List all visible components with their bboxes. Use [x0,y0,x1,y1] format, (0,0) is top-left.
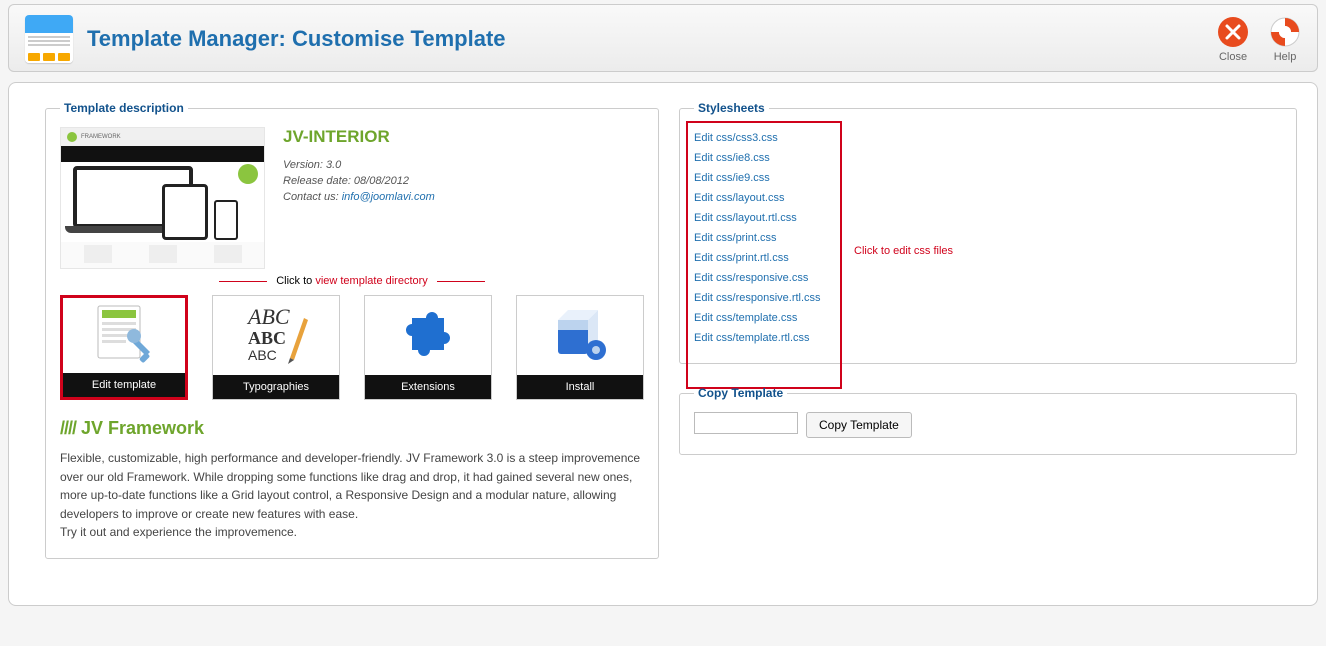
close-button[interactable]: Close [1217,16,1249,63]
template-name: JV-INTERIOR [283,127,435,147]
template-thumbnail[interactable]: FRAMEWORK [60,127,265,269]
install-label: Install [517,375,643,399]
css-link[interactable]: Edit css/ie8.css [694,152,770,164]
stylesheets-fieldset: Stylesheets Click to edit css files Edit… [679,101,1297,364]
stylesheet-list: Edit css/css3.css Edit css/ie8.css Edit … [694,127,1282,347]
copy-template-input[interactable] [694,412,798,434]
css-link[interactable]: Edit css/ie9.css [694,172,770,184]
left-column: Template description FRAMEWORK JV-INTERI… [45,101,649,581]
lifebuoy-icon [1269,16,1301,51]
toolbar: Template Manager: Customise Template Clo… [8,4,1318,72]
css-link[interactable]: Edit css/layout.css [694,192,784,204]
help-label: Help [1274,51,1297,63]
close-label: Close [1219,51,1247,63]
typographies-card[interactable]: ABCABCABC Typographies [212,295,340,400]
css-link[interactable]: Edit css/print.css [694,232,777,244]
typographies-label: Typographies [213,375,339,399]
svg-text:ABC: ABC [248,347,277,363]
edit-template-icon [88,298,160,373]
template-description-fieldset: Template description FRAMEWORK JV-INTERI… [45,101,659,559]
template-manager-icon [25,15,73,63]
css-link[interactable]: Edit css/responsive.rtl.css [694,292,821,304]
copy-template-fieldset: Copy Template Copy Template [679,386,1297,455]
css-link[interactable]: Edit css/template.css [694,312,797,324]
template-contact: Contact us: info@joomlavi.com [283,191,435,203]
css-link[interactable]: Edit css/css3.css [694,132,778,144]
framework-body-1: Flexible, customizable, high performance… [60,449,644,523]
close-icon [1217,16,1249,51]
svg-text:ABC: ABC [248,328,286,348]
contact-email-link[interactable]: info@joomlavi.com [342,191,435,203]
puzzle-icon [392,298,464,373]
install-box-icon [544,298,616,373]
template-release-date: Release date: 08/08/2012 [283,175,435,187]
typographies-icon: ABCABCABC [240,298,312,373]
framework-heading: //// JV Framework [60,418,644,439]
css-link[interactable]: Edit css/template.rtl.css [694,332,810,344]
right-column: Stylesheets Click to edit css files Edit… [679,101,1297,581]
extensions-card[interactable]: Extensions [364,295,492,400]
svg-text:ABC: ABC [246,304,290,329]
extensions-label: Extensions [365,375,491,399]
install-card[interactable]: Install [516,295,644,400]
edit-template-label: Edit template [63,373,185,397]
annotation-view-directory: Click to view template directory [60,275,644,287]
template-meta: JV-INTERIOR Version: 3.0 Release date: 0… [283,127,435,207]
copy-template-button[interactable]: Copy Template [806,412,912,438]
main-panel: Template description FRAMEWORK JV-INTERI… [8,82,1318,606]
page-title: Template Manager: Customise Template [87,26,506,52]
stylesheets-legend: Stylesheets [694,101,769,115]
copy-template-legend: Copy Template [694,386,787,400]
template-description-legend: Template description [60,101,188,115]
edit-template-card[interactable]: Edit template [60,295,188,400]
css-link[interactable]: Edit css/layout.rtl.css [694,212,797,224]
action-cards: Edit template ABCABCABC Typographies [60,295,644,400]
css-link[interactable]: Edit css/responsive.css [694,272,808,284]
template-version: Version: 3.0 [283,159,435,171]
annotation-edit-css: Click to edit css files [854,245,953,257]
framework-body-2: Try it out and experience the improvemen… [60,523,644,542]
help-button[interactable]: Help [1269,16,1301,63]
css-link[interactable]: Edit css/print.rtl.css [694,252,789,264]
